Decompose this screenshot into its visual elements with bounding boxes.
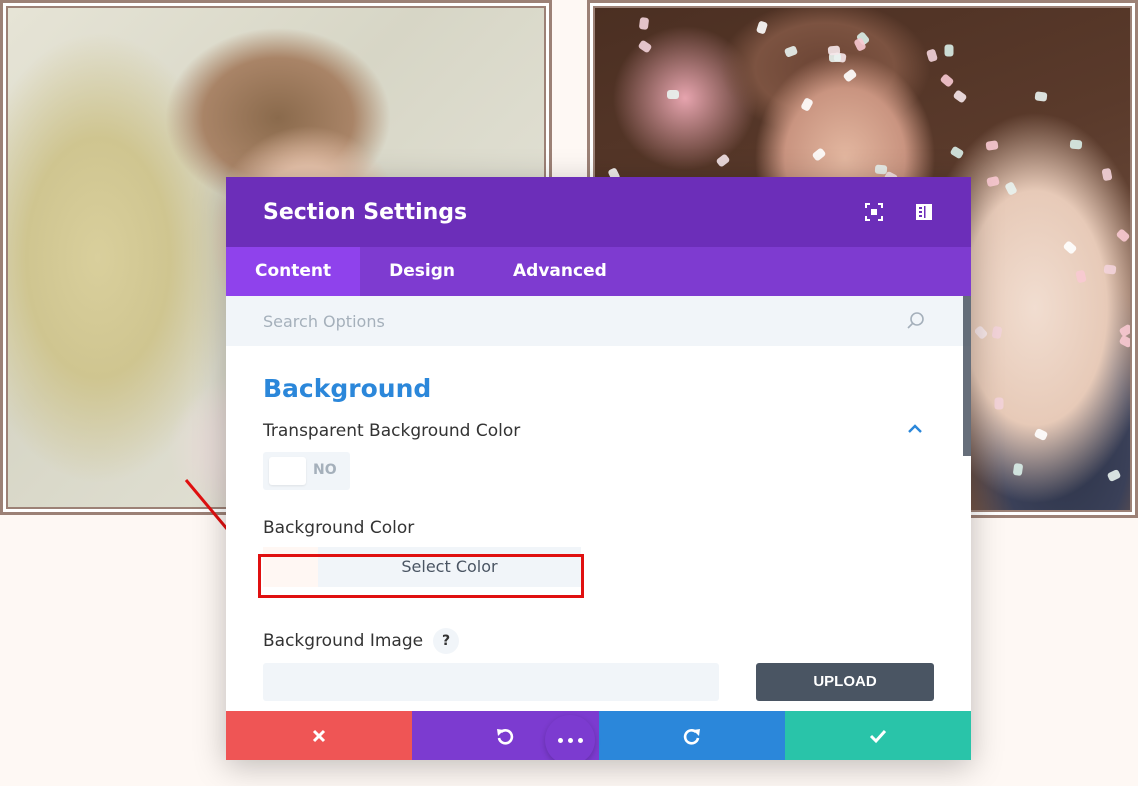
confetti-piece [1062, 240, 1078, 255]
confetti-piece [1033, 427, 1049, 442]
confetti-piece [667, 90, 679, 99]
confetti-piece [1012, 462, 1024, 477]
upload-button[interactable]: UPLOAD [756, 663, 934, 701]
confetti-piece [1069, 139, 1083, 150]
more-dot [567, 737, 573, 743]
confetti-piece [874, 164, 888, 175]
confetti-piece [827, 45, 841, 56]
confetti-piece [1115, 228, 1130, 243]
confetti-piece [715, 153, 731, 168]
chevron-up-icon[interactable] [906, 422, 924, 434]
more-icon[interactable] [545, 715, 595, 760]
confetti-piece [783, 45, 799, 58]
confetti-piece [1101, 167, 1113, 182]
modal-title: Section Settings [263, 199, 468, 225]
confetti-piece [986, 175, 1000, 188]
section-title[interactable]: Background [263, 374, 934, 403]
expand-icon[interactable] [864, 202, 884, 222]
search-icon[interactable] [906, 311, 926, 331]
redo-icon [683, 728, 700, 745]
more-dot [557, 737, 563, 743]
confetti-piece [985, 140, 999, 151]
confetti-piece [638, 16, 650, 31]
confetti-piece [1106, 468, 1122, 483]
modal-footer [226, 711, 971, 760]
confetti-piece [1034, 91, 1048, 102]
bg-image-row: UPLOAD [263, 663, 934, 701]
check-icon [869, 729, 886, 743]
tab-design[interactable]: Design [360, 247, 484, 296]
confetti-piece [994, 397, 1004, 410]
color-swatch[interactable] [263, 547, 318, 587]
more-dot [577, 737, 583, 743]
toggle-knob [269, 457, 306, 485]
undo-icon [497, 728, 514, 745]
bg-image-label: Background Image [263, 631, 424, 651]
confetti-piece [1075, 269, 1087, 284]
bg-image-header: Background Image ? [263, 628, 934, 654]
redo-button[interactable] [598, 711, 785, 760]
confetti-piece [949, 145, 965, 160]
confetti-piece [939, 73, 955, 88]
confetti-piece [952, 89, 968, 104]
confetti-piece [1103, 264, 1117, 275]
save-button[interactable] [784, 711, 971, 760]
sidebar-toggle-icon[interactable] [914, 202, 934, 222]
confetti-piece [944, 44, 954, 57]
bg-image-url-field[interactable] [263, 663, 719, 701]
confetti-piece [800, 97, 814, 112]
select-color-button[interactable]: Select Color [318, 547, 581, 587]
help-icon[interactable]: ? [433, 628, 460, 654]
confetti-piece [973, 325, 989, 340]
search-bar [226, 296, 971, 346]
confetti-piece [755, 20, 769, 35]
confetti-piece [842, 68, 858, 83]
discard-button[interactable] [226, 711, 413, 760]
transparent-bg-label: Transparent Background Color [263, 421, 521, 441]
modal-header: Section Settings [226, 177, 971, 247]
bg-color-label: Background Color [263, 518, 415, 538]
confetti-piece [925, 48, 939, 63]
toggle-state-text: NO [313, 462, 337, 478]
confetti-piece [1004, 181, 1018, 196]
search-input[interactable] [263, 311, 863, 331]
color-picker[interactable]: Select Color [263, 547, 581, 587]
transparent-bg-toggle[interactable]: NO [263, 452, 350, 490]
tabs-bar: Content Design Advanced [226, 247, 971, 296]
confetti-piece [991, 325, 1003, 340]
confetti-piece [811, 147, 827, 162]
confetti-piece [637, 39, 653, 54]
close-icon [313, 729, 326, 742]
tab-advanced[interactable]: Advanced [484, 247, 636, 296]
settings-content: Background Transparent Background Color … [226, 374, 971, 701]
confetti-piece [1118, 334, 1130, 349]
tab-content[interactable]: Content [226, 247, 361, 296]
section-settings-modal: Section Settings Content Design Advanced… [226, 177, 971, 760]
